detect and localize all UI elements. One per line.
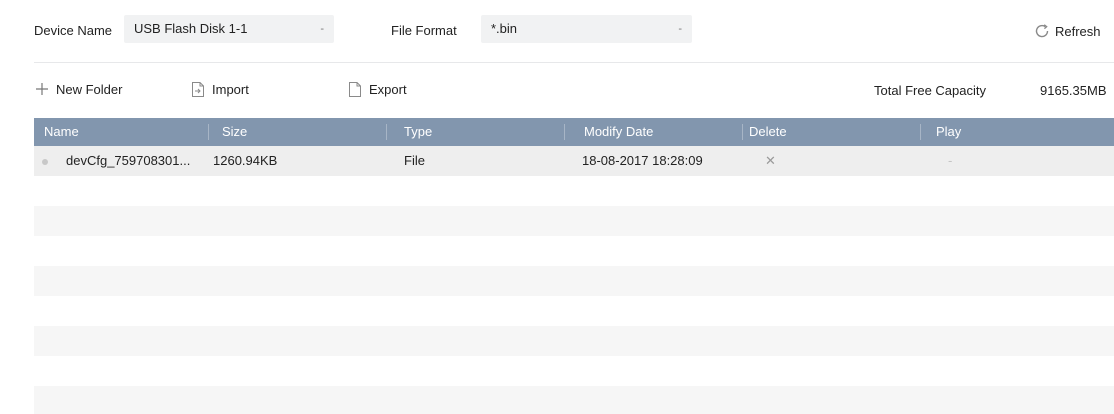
file-type: File — [404, 153, 425, 168]
total-free-capacity-value: 9165.35MB — [1040, 83, 1107, 98]
row-bullet-icon — [42, 159, 48, 165]
column-divider — [742, 124, 743, 140]
file-format-value: *.bin — [491, 21, 518, 36]
file-modify-date: 18-08-2017 18:28:09 — [582, 153, 703, 168]
column-header-type[interactable]: Type — [404, 118, 432, 146]
file-manager-panel: Device Name USB Flash Disk 1-1 - File Fo… — [0, 0, 1114, 414]
total-free-capacity-label: Total Free Capacity — [874, 83, 986, 98]
column-header-delete[interactable]: Delete — [749, 118, 787, 146]
delete-button[interactable]: ✕ — [765, 146, 776, 176]
divider — [34, 62, 1114, 63]
column-divider — [208, 124, 209, 140]
column-header-play[interactable]: Play — [936, 118, 961, 146]
table-row-empty — [34, 326, 1114, 356]
table-row[interactable]: devCfg_759708301... 1260.94KB File 18-08… — [34, 146, 1114, 176]
export-file-icon — [347, 80, 363, 98]
table-row-empty — [34, 206, 1114, 236]
new-folder-button[interactable]: New Folder — [34, 79, 122, 99]
device-name-label: Device Name — [34, 23, 113, 38]
table-header: Name Size Type Modify Date Delete Play — [34, 118, 1114, 146]
column-divider — [564, 124, 565, 140]
refresh-label: Refresh — [1055, 23, 1101, 39]
play-button[interactable]: - — [948, 146, 952, 176]
toolbar: New Folder Import Export Total Free Capa… — [0, 75, 1114, 103]
column-header-name[interactable]: Name — [44, 118, 79, 146]
import-file-icon — [190, 80, 206, 98]
refresh-icon — [1035, 24, 1049, 38]
chevron-down-icon: - — [678, 23, 682, 35]
device-name-value: USB Flash Disk 1-1 — [134, 21, 248, 36]
column-header-size[interactable]: Size — [222, 118, 247, 146]
table-row-empty — [34, 176, 1114, 206]
device-name-select[interactable]: USB Flash Disk 1-1 - — [124, 15, 334, 43]
export-button[interactable]: Export — [347, 79, 407, 99]
table-row-empty — [34, 266, 1114, 296]
file-size: 1260.94KB — [213, 153, 278, 168]
column-header-modify-date[interactable]: Modify Date — [584, 118, 653, 146]
table-row-empty — [34, 386, 1114, 414]
import-label: Import — [212, 81, 249, 97]
import-button[interactable]: Import — [190, 79, 249, 99]
file-format-select[interactable]: *.bin - — [481, 15, 692, 43]
table-row-empty — [34, 236, 1114, 266]
export-label: Export — [369, 81, 407, 97]
file-format-label: File Format — [391, 23, 457, 38]
chevron-down-icon: - — [320, 23, 324, 35]
file-table: Name Size Type Modify Date Delete Play d… — [34, 118, 1114, 414]
table-row-empty — [34, 296, 1114, 326]
column-divider — [386, 124, 387, 140]
filter-row: Device Name USB Flash Disk 1-1 - File Fo… — [0, 0, 1114, 62]
file-name: devCfg_759708301... — [66, 153, 191, 168]
table-row-empty — [34, 356, 1114, 386]
column-divider — [920, 124, 921, 140]
new-folder-label: New Folder — [56, 81, 123, 97]
refresh-button[interactable]: Refresh — [1034, 21, 1101, 41]
close-icon: ✕ — [765, 153, 776, 168]
plus-icon — [34, 80, 50, 98]
